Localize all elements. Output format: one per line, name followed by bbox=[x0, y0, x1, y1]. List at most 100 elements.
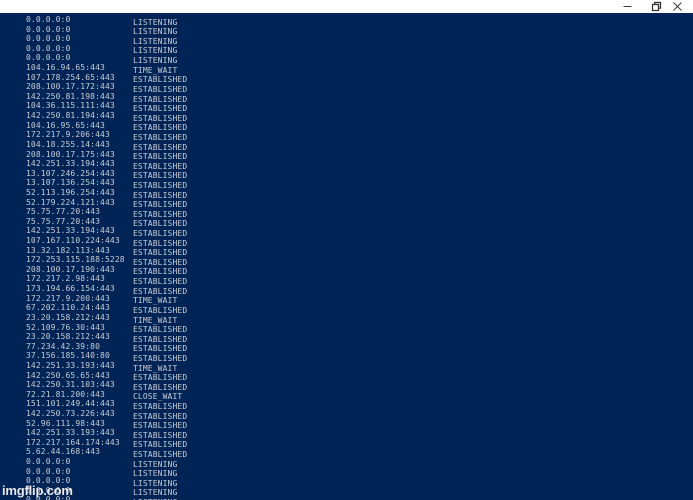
netstat-output-list: 0.0.0.0:0 LISTENING 0.0.0.0:0 LISTENING 0.0.… bbox=[0, 15, 693, 500]
connection-row: 0.0.0.0:0LISTENING bbox=[0, 43, 693, 56]
connection-row: 151.101.249.44:443 ESTABLISHED bbox=[0, 399, 693, 411]
foreign-address-cell: 0.0.0.0:0 bbox=[26, 15, 71, 24]
foreign-address-cell: 37.156.185.140:80 bbox=[26, 351, 110, 361]
foreign-address-cell: 107.167.110.224:443 bbox=[26, 236, 120, 246]
connection-row: 23.20.158.212:443 TIME_WAIT bbox=[0, 312, 693, 325]
foreign-address-cell: 142.250.73.226:443 bbox=[26, 408, 115, 418]
connection-row: 142.250.81.194:443 ESTABLISHED bbox=[0, 111, 693, 123]
foreign-address-cell: 5.62.44.168:443 bbox=[26, 447, 101, 457]
connection-row: 0.0.0.0:0LISTENING bbox=[0, 495, 693, 500]
connection-row: 23.20.158.212:443 ESTABLISHED bbox=[0, 332, 693, 344]
connection-row: 0.0.0.0:0LISTENING bbox=[0, 485, 693, 498]
foreign-address-cell: 142.250.65.65:443 bbox=[26, 370, 110, 380]
connection-row: 52.96.111.98:443 ESTABLISHED bbox=[0, 418, 693, 431]
connection-row: 77.234.42.39:80 ESTABLISHED bbox=[0, 341, 693, 354]
foreign-address-cell: 0.0.0.0:0 bbox=[26, 485, 71, 495]
connection-row: 13.107.136.254:443 ESTABLISHED bbox=[0, 178, 693, 190]
foreign-address-cell: 107.178.254.65:443 bbox=[26, 72, 115, 82]
foreign-address-cell: 172.217.164.174:443 bbox=[26, 437, 120, 447]
foreign-address-cell: 142.251.33.193:443 bbox=[26, 360, 115, 370]
foreign-address-cell: 142.250.31.103:443 bbox=[26, 380, 115, 390]
close-icon bbox=[673, 2, 682, 11]
foreign-address-cell: 142.250.81.198:443 bbox=[26, 91, 115, 101]
foreign-address-cell: 142.250.81.194:443 bbox=[26, 111, 115, 121]
close-button[interactable] bbox=[671, 0, 693, 13]
foreign-address-cell: 151.101.249.44:443 bbox=[26, 399, 115, 409]
connection-row: 0.0.0.0:0LISTENING bbox=[0, 15, 693, 27]
console-window: 0.0.0.0:0 LISTENING 0.0.0.0:0 LISTENING 0.0.… bbox=[0, 0, 693, 500]
foreign-address-cell: 173.194.66.154:443 bbox=[26, 284, 115, 294]
foreign-address-cell: 0.0.0.0:0 bbox=[26, 466, 71, 476]
connection-row: 142.250.31.103:443 ESTABLISHED bbox=[0, 380, 693, 392]
connection-row: 172.253.115.188:5228 ESTABLISHED bbox=[0, 255, 693, 267]
connection-row: 13.107.246.254:443 ESTABLISHED bbox=[0, 168, 693, 181]
connection-row: 37.156.185.140:80 ESTABLISHED bbox=[0, 351, 693, 363]
foreign-address-cell: 104.36.115.111:443 bbox=[26, 101, 115, 111]
connection-row: 142.250.65.65:443 ESTABLISHED bbox=[0, 370, 693, 383]
console-surface[interactable]: 0.0.0.0:0 LISTENING 0.0.0.0:0 LISTENING 0.0.… bbox=[0, 13, 693, 500]
connection-row: 52.179.224.121:443 ESTABLISHED bbox=[0, 198, 693, 210]
connection-row: 208.100.17.175:443 ESTABLISHED bbox=[0, 149, 693, 162]
foreign-address-cell: 23.20.158.212:443 bbox=[26, 312, 110, 322]
connection-row: 142.251.33.193:443 TIME_WAIT bbox=[0, 360, 693, 373]
foreign-address-cell: 0.0.0.0:0 bbox=[26, 53, 71, 63]
foreign-address-cell: 208.100.17.175:443 bbox=[26, 149, 115, 159]
foreign-address-cell: 72.21.81.200:443 bbox=[26, 389, 105, 399]
connection-row: 0.0.0.0:0LISTENING bbox=[0, 457, 693, 469]
connection-row: 142.250.73.226:443 ESTABLISHED bbox=[0, 408, 693, 421]
connection-row: 172.217.9.200:443 TIME_WAIT bbox=[0, 293, 693, 306]
foreign-address-cell: 142.251.33.194:443 bbox=[26, 159, 115, 169]
connection-row: 13.32.182.113:443 ESTABLISHED bbox=[0, 246, 693, 258]
connection-row: 142.251.33.193:443 ESTABLISHED bbox=[0, 428, 693, 440]
connection-row: 104.16.94.65:443 TIME_WAIT bbox=[0, 63, 693, 75]
connection-row: 142.250.81.198:443 ESTABLISHED bbox=[0, 91, 693, 104]
connection-row: 0.0.0.0:0LISTENING bbox=[0, 466, 693, 479]
connection-row: 172.217.2.98:443 ESTABLISHED bbox=[0, 274, 693, 286]
connection-row: 75.75.77.20:443 ESTABLISHED bbox=[0, 216, 693, 229]
foreign-address-cell: 75.75.77.20:443 bbox=[26, 207, 101, 217]
foreign-address-cell: 208.100.17.172:443 bbox=[26, 82, 115, 92]
foreign-address-cell: 0.0.0.0:0 bbox=[26, 457, 71, 467]
connection-row: 208.100.17.190:443 ESTABLISHED bbox=[0, 264, 693, 277]
connection-row: 0.0.0.0:0LISTENING bbox=[0, 476, 693, 488]
minimize-button[interactable] bbox=[613, 0, 642, 13]
foreign-address-cell: 0.0.0.0:0 bbox=[26, 495, 71, 500]
connection-row: 107.178.254.65:443 ESTABLISHED bbox=[0, 72, 693, 85]
connection-row: 52.109.76.30:443 ESTABLISHED bbox=[0, 322, 693, 335]
title-bar[interactable] bbox=[0, 0, 693, 13]
foreign-address-cell: 13.107.246.254:443 bbox=[26, 168, 115, 178]
foreign-address-cell: 104.16.94.65:443 bbox=[26, 63, 105, 73]
foreign-address-cell: 172.217.9.206:443 bbox=[26, 130, 110, 140]
maximize-restore-button[interactable] bbox=[642, 0, 671, 13]
connection-row: 0.0.0.0:0LISTENING bbox=[0, 53, 693, 65]
connection-row: 104.16.95.65:443 ESTABLISHED bbox=[0, 120, 693, 133]
foreign-address-cell: 172.217.9.200:443 bbox=[26, 293, 110, 303]
foreign-address-cell: 0.0.0.0:0 bbox=[26, 43, 71, 53]
foreign-address-cell: 142.251.33.193:443 bbox=[26, 428, 115, 438]
connection-row: 72.21.81.200:443 CLOSE_WAIT bbox=[0, 389, 693, 402]
connection-row: 5.62.44.168:443 ESTABLISHED bbox=[0, 447, 693, 459]
foreign-address-cell: 52.109.76.30:443 bbox=[26, 322, 105, 332]
foreign-address-cell: 75.75.77.20:443 bbox=[26, 216, 101, 226]
connection-row: 173.194.66.154:443 ESTABLISHED bbox=[0, 284, 693, 296]
connection-row: 104.36.115.111:443 ESTABLISHED bbox=[0, 101, 693, 113]
connection-row: 0.0.0.0:0LISTENING bbox=[0, 25, 693, 37]
minimize-icon bbox=[623, 6, 632, 7]
connection-row: 0.0.0.0:0LISTENING bbox=[0, 34, 693, 46]
restore-window-icon bbox=[651, 1, 662, 12]
connection-row: 107.167.110.224:443 ESTABLISHED bbox=[0, 236, 693, 248]
foreign-address-cell: 77.234.42.39:80 bbox=[26, 341, 101, 351]
connection-row: 142.251.33.194:443 ESTABLISHED bbox=[0, 159, 693, 171]
connection-row: 104.18.255.14:443 ESTABLISHED bbox=[0, 140, 693, 152]
foreign-address-cell: 208.100.17.190:443 bbox=[26, 264, 115, 274]
connection-row: 142.251.33.194:443 ESTABLISHED bbox=[0, 226, 693, 238]
foreign-address-cell: 172.253.115.188:5228 bbox=[26, 255, 125, 265]
foreign-address-cell: 104.16.95.65:443 bbox=[26, 120, 105, 130]
foreign-address-cell: 172.217.2.98:443 bbox=[26, 274, 105, 284]
connection-row: 208.100.17.172:443 ESTABLISHED bbox=[0, 82, 693, 94]
foreign-address-cell: 52.96.111.98:443 bbox=[26, 418, 105, 428]
foreign-address-cell: 0.0.0.0:0 bbox=[26, 476, 71, 486]
foreign-address-cell: 0.0.0.0:0 bbox=[26, 34, 71, 44]
foreign-address-cell: 142.251.33.194:443 bbox=[26, 226, 115, 236]
foreign-address-cell: 23.20.158.212:443 bbox=[26, 332, 110, 342]
